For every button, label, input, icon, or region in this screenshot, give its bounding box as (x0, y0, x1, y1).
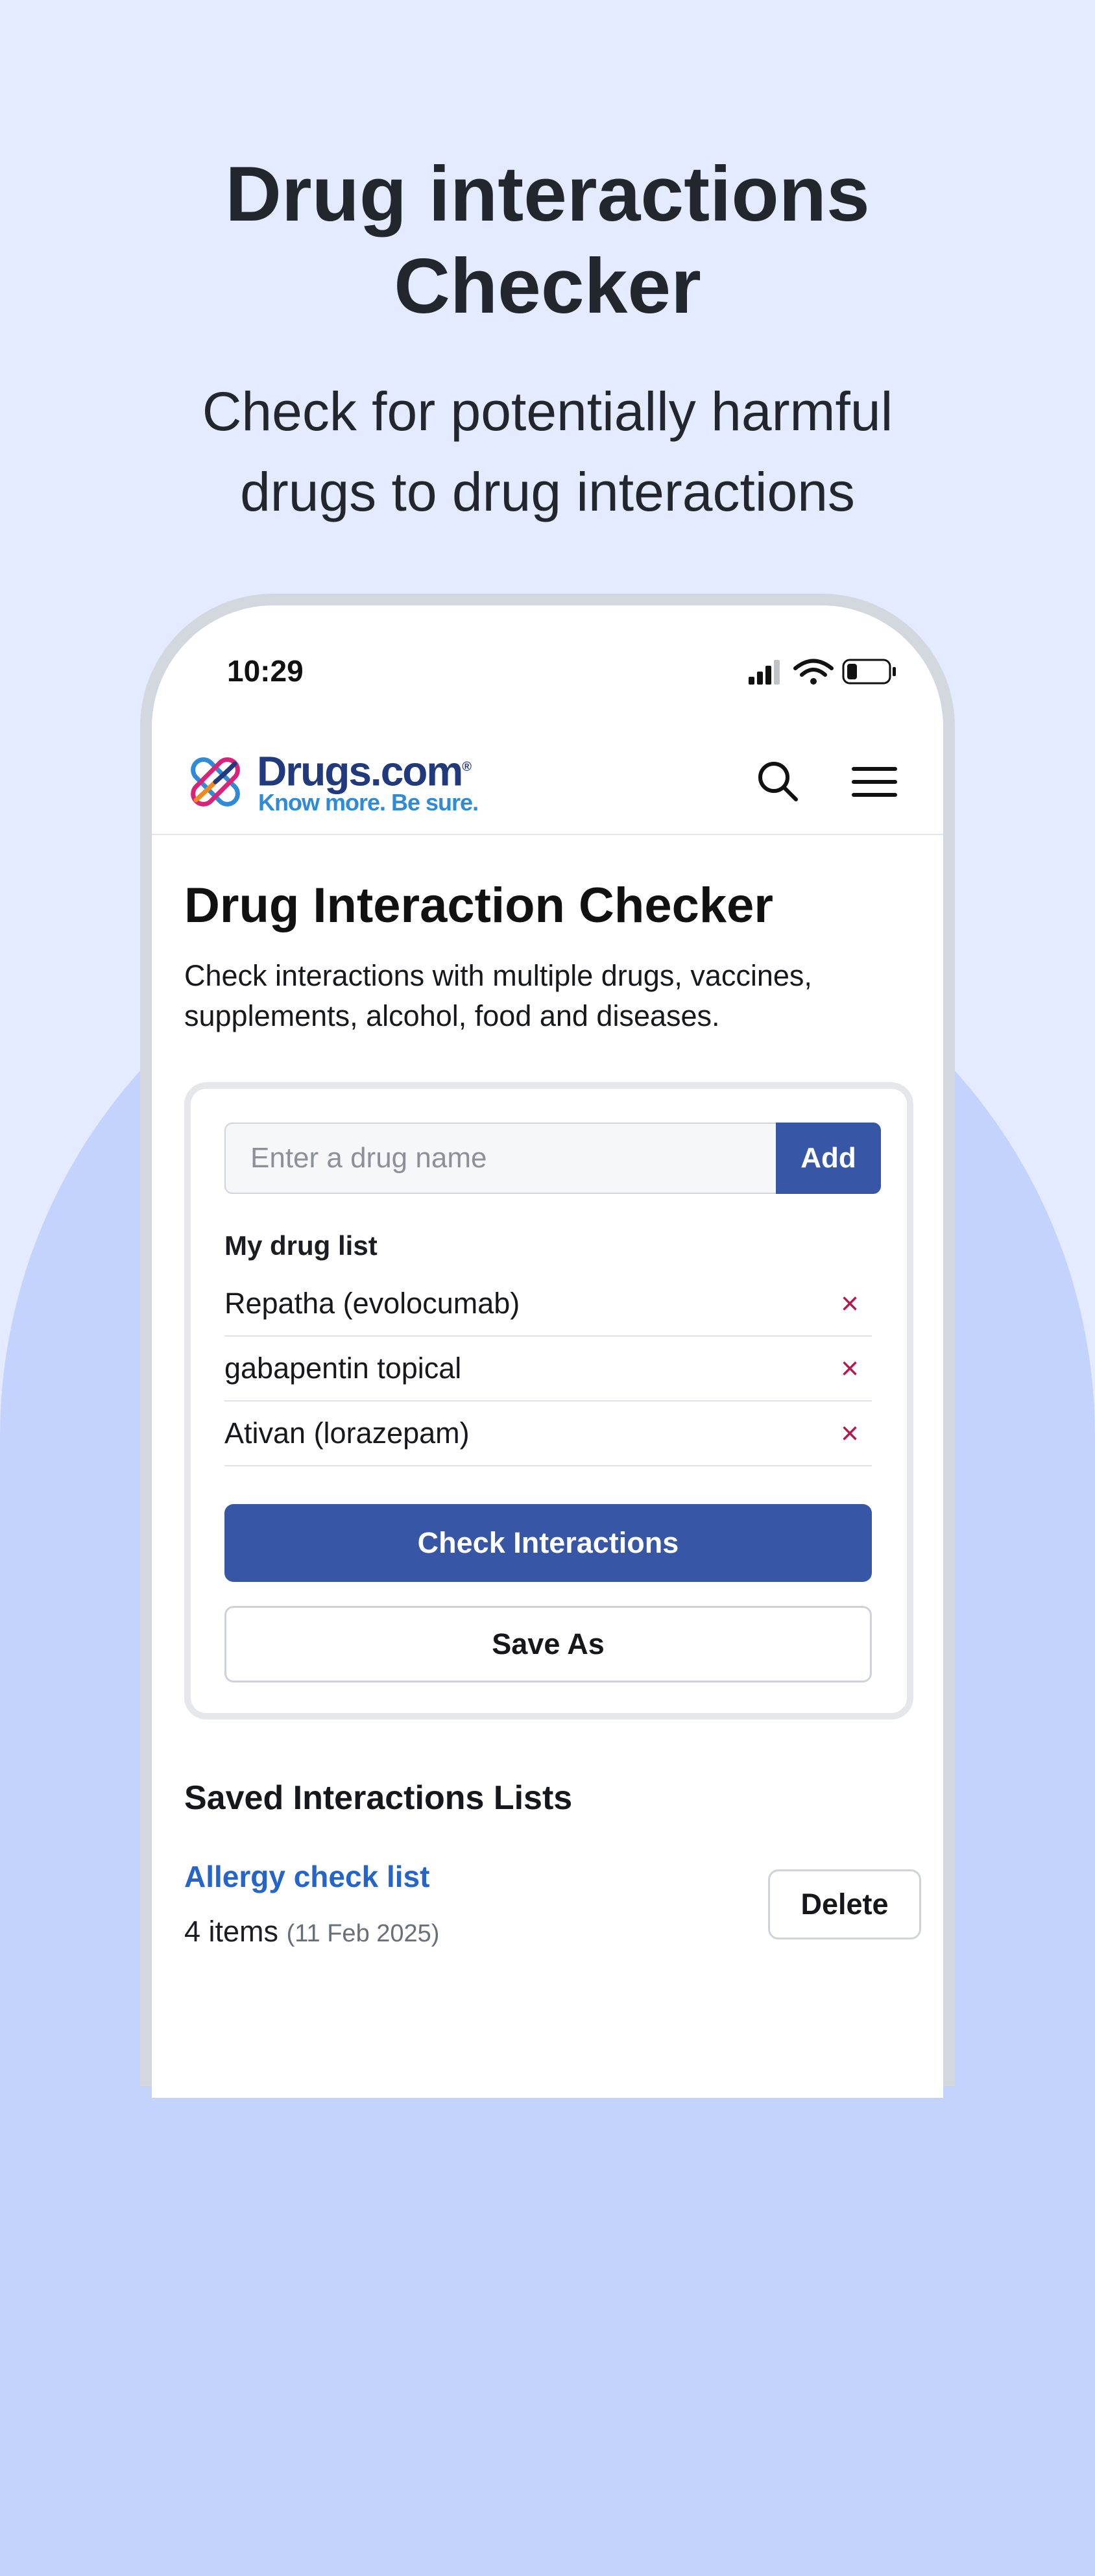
logo-tagline: Know more. Be sure. (258, 789, 479, 816)
page-title: Drug Interaction Checker (184, 878, 773, 933)
add-drug-button[interactable]: Add (776, 1123, 881, 1194)
phone-screen: 10:29 Drugs.com® Know more. Be sure. Dru… (152, 605, 943, 2098)
site-header: Drugs.com® Know more. Be sure. (152, 722, 943, 835)
delete-list-button[interactable]: Delete (768, 1869, 921, 1939)
save-as-button[interactable]: Save As (224, 1606, 872, 1683)
saved-list-meta: 4 items (11 Feb 2025) (184, 1915, 439, 1949)
drug-list-label: My drug list (224, 1230, 378, 1261)
page-description: Check interactions with multiple drugs, … (184, 959, 812, 1032)
drug-name: gabapentin topical (224, 1352, 462, 1385)
drug-list-item: Repatha (evolocumab) × (224, 1272, 872, 1337)
promo-title: Drug interactions Checker (225, 151, 870, 330)
phone-frame: 10:29 Drugs.com® Know more. Be sure. Dru… (140, 594, 955, 2098)
hamburger-menu-icon[interactable] (851, 761, 898, 803)
wifi-icon (793, 659, 834, 685)
drug-list-item: gabapentin topical × (224, 1337, 872, 1402)
saved-list-link[interactable]: Allergy check list (184, 1859, 429, 1894)
saved-list-count: 4 items (184, 1915, 279, 1948)
drug-list: Repatha (evolocumab) × gabapentin topica… (224, 1272, 872, 1466)
drug-name: Repatha (evolocumab) (224, 1287, 520, 1320)
remove-drug-icon[interactable]: × (830, 1286, 869, 1322)
saved-lists-heading: Saved Interactions Lists (184, 1779, 573, 1817)
drug-list-item: Ativan (lorazepam) × (224, 1402, 872, 1466)
battery-icon (842, 659, 896, 685)
search-icon[interactable] (755, 759, 800, 804)
drugs-com-logo-icon (191, 757, 240, 807)
logo-name[interactable]: Drugs.com® (257, 744, 472, 794)
interaction-checker-card: Add My drug list Repatha (evolocumab) × … (184, 1082, 913, 1719)
check-interactions-button[interactable]: Check Interactions (224, 1504, 872, 1582)
promo-subtitle: Check for potentially harmful drugs to dr… (202, 381, 893, 522)
remove-drug-icon[interactable]: × (830, 1416, 869, 1452)
status-icons (749, 659, 896, 685)
status-time: 10:29 (227, 654, 304, 688)
drug-name: Ativan (lorazepam) (224, 1416, 470, 1450)
signal-icon (749, 660, 780, 685)
saved-list-date: (11 Feb 2025) (286, 1920, 440, 1947)
drug-search-input[interactable] (224, 1123, 776, 1194)
remove-drug-icon[interactable]: × (830, 1351, 869, 1387)
